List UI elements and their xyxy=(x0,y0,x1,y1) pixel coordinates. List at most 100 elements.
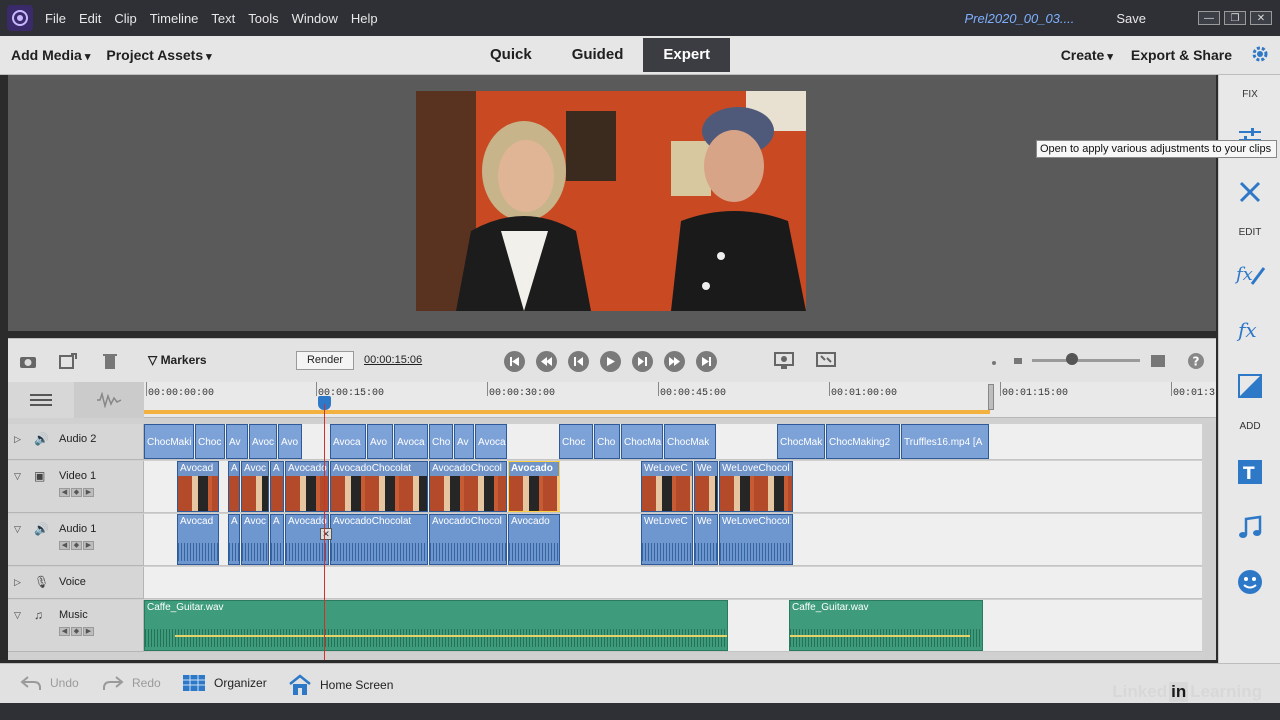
microphone-icon[interactable]: 🎙 xyxy=(34,575,49,589)
clip[interactable]: Cho xyxy=(429,424,453,459)
collapse-triangle-icon[interactable]: ▽ xyxy=(14,610,21,621)
frame-back-icon[interactable] xyxy=(568,351,589,372)
zoom-max-icon[interactable] xyxy=(1148,351,1168,371)
transitions-icon[interactable] xyxy=(1233,369,1267,403)
clip[interactable]: ChocMak xyxy=(777,424,825,459)
clip[interactable]: ChocMa xyxy=(621,424,663,459)
clip[interactable]: Avo xyxy=(278,424,302,459)
camera-icon[interactable] xyxy=(18,351,38,371)
home-screen-button[interactable]: Home Screen xyxy=(288,674,393,696)
music-note-icon[interactable] xyxy=(1233,511,1267,545)
export-share-button[interactable]: Export & Share xyxy=(1131,47,1232,63)
speaker-icon[interactable]: 🔊 xyxy=(34,432,49,446)
clip[interactable]: Avocado xyxy=(285,461,329,512)
markers-menu[interactable]: ▽ Markers xyxy=(148,353,207,367)
clip[interactable]: Avoc xyxy=(249,424,277,459)
transition-marker-icon[interactable]: ✕ xyxy=(320,528,332,540)
clip[interactable]: WeLoveC xyxy=(641,514,693,565)
play-icon[interactable] xyxy=(600,351,621,372)
timeline-scrollbar[interactable] xyxy=(1204,422,1216,660)
clip[interactable]: Choc xyxy=(195,424,225,459)
tab-quick[interactable]: Quick xyxy=(470,38,552,72)
scene-icon[interactable] xyxy=(58,351,78,371)
clip[interactable]: Cho xyxy=(594,424,620,459)
minimize-icon[interactable]: — xyxy=(1198,11,1220,25)
redo-button[interactable]: Redo xyxy=(102,674,161,692)
clip[interactable]: Avoca xyxy=(330,424,366,459)
effects-fx-icon[interactable]: fx xyxy=(1233,313,1267,347)
keyframe-nav[interactable]: ◀ ◆ ▶ xyxy=(59,541,94,550)
clip[interactable]: A xyxy=(270,514,284,565)
undo-button[interactable]: Undo xyxy=(20,674,79,692)
clip[interactable]: AvocadoChocol xyxy=(429,461,507,512)
clip[interactable]: ChocMaki xyxy=(144,424,194,459)
fullscreen-icon[interactable] xyxy=(816,351,836,371)
clip[interactable]: WeLoveChocol xyxy=(719,461,793,512)
menu-text[interactable]: Text xyxy=(211,11,235,26)
lane-voice[interactable] xyxy=(144,567,1202,599)
keyframe-nav[interactable]: ◀ ◆ ▶ xyxy=(59,488,94,497)
clip[interactable]: WeLoveC xyxy=(641,461,693,512)
step-forward-icon[interactable] xyxy=(664,351,685,372)
clip[interactable]: Avoc xyxy=(241,461,269,512)
menu-help[interactable]: Help xyxy=(351,11,378,26)
clip[interactable]: A xyxy=(228,461,240,512)
clip[interactable]: Avo xyxy=(367,424,393,459)
menu-clip[interactable]: Clip xyxy=(114,11,136,26)
help-icon[interactable]: ? xyxy=(1186,351,1206,371)
zoom-slider-knob[interactable] xyxy=(1066,353,1078,365)
step-back-icon[interactable] xyxy=(536,351,557,372)
menu-timeline[interactable]: Timeline xyxy=(150,11,199,26)
create-button[interactable]: Create xyxy=(1061,47,1113,63)
collapse-triangle-icon[interactable]: ▽ xyxy=(14,471,21,482)
expand-triangle-icon[interactable]: ▷ xyxy=(14,577,21,588)
time-ruler[interactable]: 00:00:00:00 00:00:15:00 00:00:30:00 00:0… xyxy=(144,382,1216,418)
zoom-min-icon[interactable] xyxy=(1008,351,1028,371)
lane-audio1[interactable]: Avocad A Avoc A Avocado AvocadoChocolat … xyxy=(144,514,1202,566)
tab-guided[interactable]: Guided xyxy=(552,38,644,72)
clip[interactable]: AvocadoChocolat xyxy=(330,514,428,565)
film-icon[interactable]: ▣ xyxy=(34,469,45,483)
settings-gear-icon[interactable] xyxy=(1250,44,1270,67)
zoom-slider[interactable] xyxy=(1032,359,1140,362)
titles-text-icon[interactable]: T xyxy=(1233,455,1267,489)
work-area-bar[interactable] xyxy=(144,410,990,414)
monitor-settings-icon[interactable] xyxy=(774,351,794,371)
clip[interactable]: ChocMaking2 xyxy=(826,424,900,459)
render-button[interactable]: Render xyxy=(296,351,354,370)
clip[interactable]: We xyxy=(694,461,718,512)
zoom-out-icon[interactable] xyxy=(984,353,1004,373)
work-area-end-handle[interactable] xyxy=(988,384,994,410)
menu-edit[interactable]: Edit xyxy=(79,11,101,26)
volume-line[interactable] xyxy=(175,635,727,637)
clip[interactable]: Avoca xyxy=(475,424,507,459)
clip[interactable]: Avoc xyxy=(241,514,269,565)
go-to-end-icon[interactable] xyxy=(696,351,717,372)
track-options-icon[interactable] xyxy=(30,392,52,413)
clip[interactable]: A xyxy=(270,461,284,512)
clip[interactable]: Avoca xyxy=(394,424,428,459)
audio-waveform-toggle-icon[interactable] xyxy=(74,382,144,418)
tab-expert[interactable]: Expert xyxy=(643,38,731,72)
music-track-icon[interactable]: ♫ xyxy=(34,608,43,622)
speaker-icon[interactable]: 🔊 xyxy=(34,522,49,536)
add-media-button[interactable]: Add Media xyxy=(11,47,90,63)
clip[interactable]: AvocadoChocol xyxy=(429,514,507,565)
volume-line[interactable] xyxy=(790,635,970,637)
organizer-button[interactable]: Organizer xyxy=(182,674,267,692)
clip[interactable]: A xyxy=(228,514,240,565)
collapse-triangle-icon[interactable]: ▽ xyxy=(14,524,21,535)
lane-audio2[interactable]: ChocMaki Choc Av Avoc Avo Avoca Avo Avoc… xyxy=(144,424,1202,460)
current-timecode[interactable]: 00:00:15:06 xyxy=(364,354,422,366)
clip[interactable]: Av xyxy=(226,424,248,459)
trash-icon[interactable] xyxy=(100,351,120,371)
clip[interactable]: Av xyxy=(454,424,474,459)
menu-file[interactable]: File xyxy=(45,11,66,26)
clip[interactable]: Caffe_Guitar.wav xyxy=(144,600,728,651)
menu-window[interactable]: Window xyxy=(292,11,338,26)
video-preview-frame[interactable] xyxy=(416,91,806,311)
clip[interactable]: Caffe_Guitar.wav xyxy=(789,600,983,651)
clip[interactable]: Avocado xyxy=(508,514,560,565)
menu-tools[interactable]: Tools xyxy=(248,11,278,26)
keyframe-nav[interactable]: ◀ ◆ ▶ xyxy=(59,627,94,636)
